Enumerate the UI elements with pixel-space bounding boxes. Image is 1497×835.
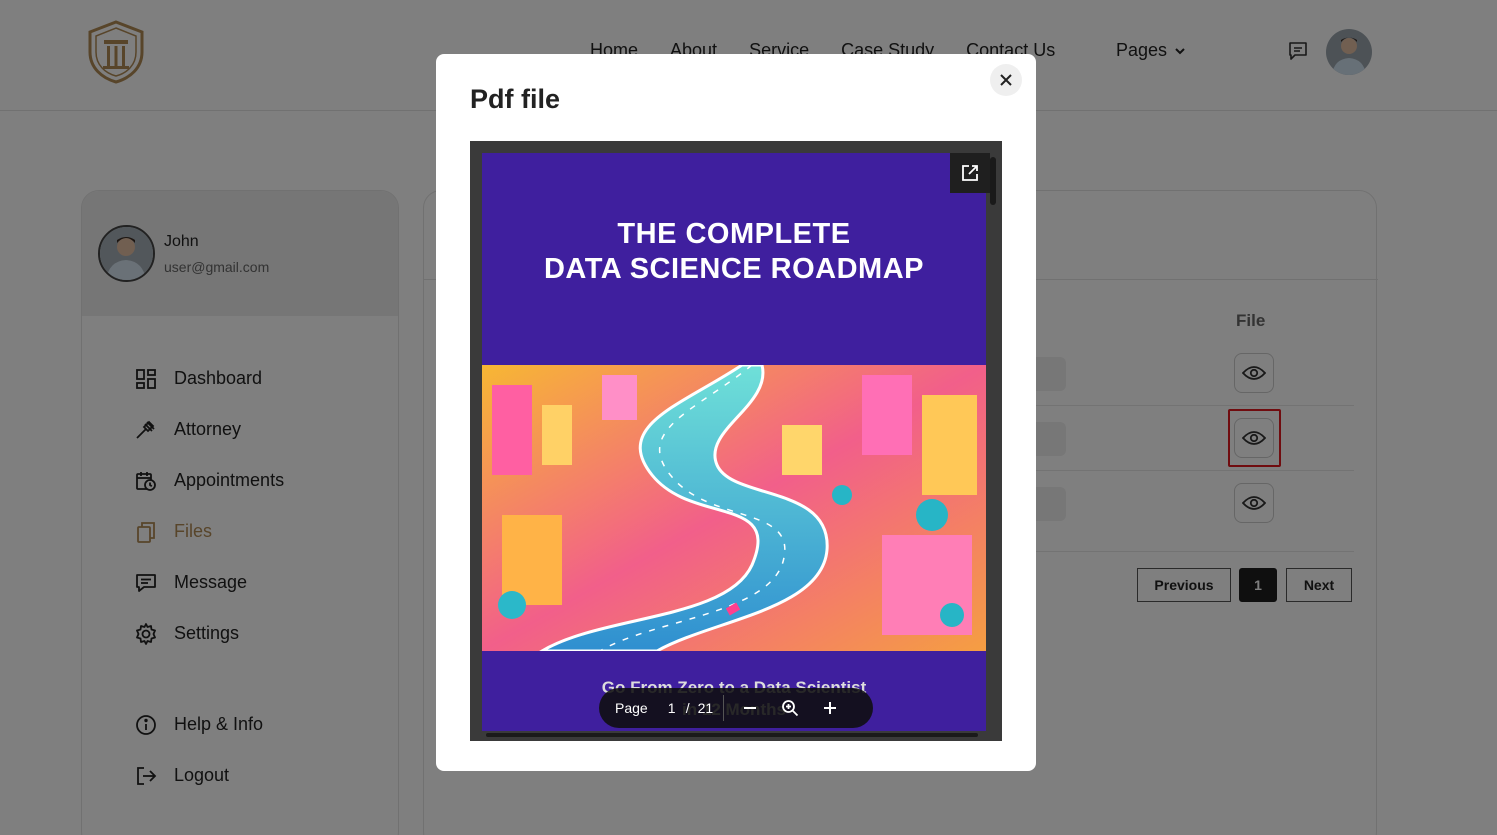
pdf-heading-line-2: DATA SCIENCE ROADMAP [543,253,925,285]
pdf-heading: THE COMPLETE DATA SCIENCE ROADMAP [482,217,986,287]
toolbar-divider [723,695,725,721]
pdf-page: THE COMPLETE DATA SCIENCE ROADMAP [482,153,986,731]
roadmap-illustration [482,365,986,651]
close-icon [1000,74,1012,86]
pdf-toolbar: Page / 21 [599,688,873,728]
plus-icon [824,702,837,714]
pdf-modal: Pdf file THE COMPLETE DATA SCIENCE ROADM… [436,54,1036,771]
pdf-viewer[interactable]: THE COMPLETE DATA SCIENCE ROADMAP Page 1… [470,141,1002,741]
modal-title: Pdf file [470,84,561,114]
page-label: Page [615,700,648,716]
external-link-icon [962,165,978,181]
page-separator: / [685,700,690,716]
zoom-out-button[interactable] [736,694,764,722]
vertical-scrollbar[interactable] [990,157,996,205]
total-pages: 21 [697,700,714,716]
page-number-input[interactable] [659,700,684,716]
fit-zoom-button[interactable] [776,694,804,722]
minus-icon [744,707,757,709]
horizontal-scrollbar[interactable] [486,733,978,737]
zoom-in-button[interactable] [816,694,844,722]
close-button[interactable] [990,64,1022,96]
zoom-icon [782,700,799,717]
pdf-heading-line-1: THE COMPLETE [617,218,851,250]
open-in-new-button[interactable] [950,153,990,193]
